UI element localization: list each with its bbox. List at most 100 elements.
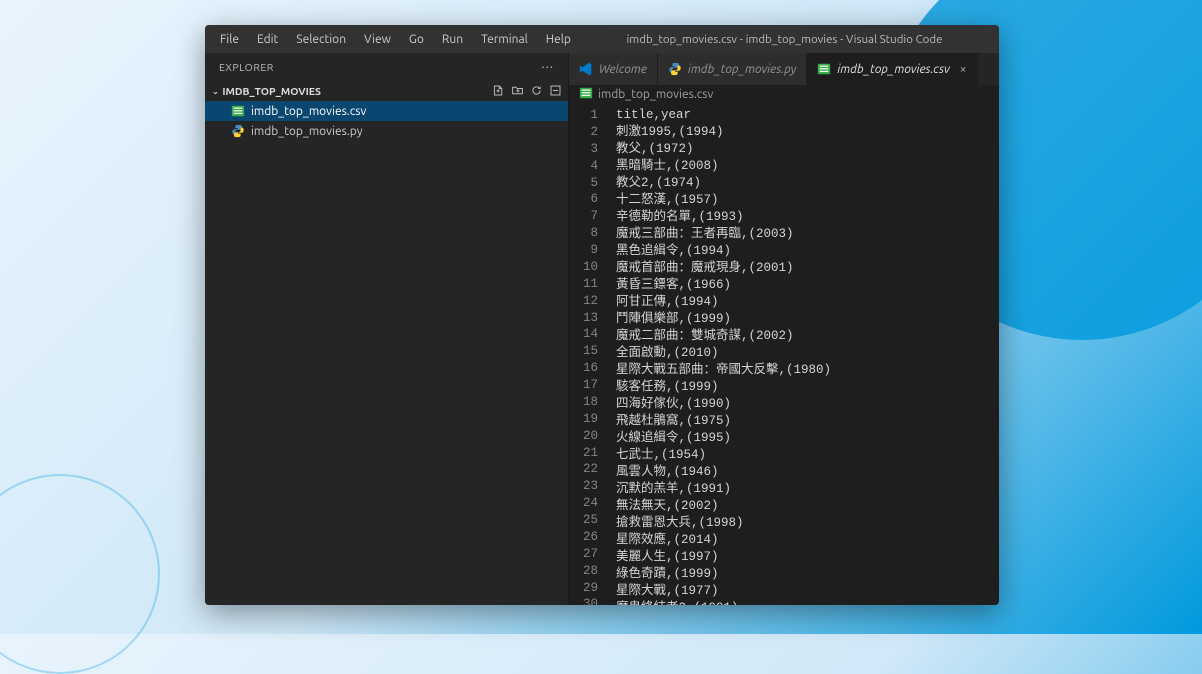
editor-content[interactable]: 1234567891011121314151617181920212223242… — [569, 105, 999, 605]
folder-row[interactable]: ⌄ IMDB_TOP_MOVIES — [205, 81, 568, 101]
line-number: 9 — [583, 242, 598, 259]
title-bar: FileEditSelectionViewGoRunTerminalHelp i… — [205, 25, 999, 53]
breadcrumb-file: imdb_top_movies.csv — [598, 88, 713, 101]
code-line[interactable]: 沉默的羔羊,(1991) — [616, 481, 831, 498]
code-line[interactable]: 黑色追緝令,(1994) — [616, 243, 831, 260]
file-item-label: imdb_top_movies.py — [251, 125, 363, 138]
code-line[interactable]: 鬥陣俱樂部,(1999) — [616, 311, 831, 328]
explorer-header: EXPLORER ··· — [205, 53, 568, 81]
line-number: 26 — [583, 529, 598, 546]
file-tree: imdb_top_movies.csv imdb_top_movies.py — [205, 101, 568, 141]
line-number: 17 — [583, 377, 598, 394]
code-line[interactable]: 魔戒二部曲：雙城奇謀,(2002) — [616, 328, 831, 345]
tab-label: Welcome — [599, 63, 647, 76]
code-line[interactable]: 七武士,(1954) — [616, 447, 831, 464]
folder-label: ⌄ IMDB_TOP_MOVIES — [211, 85, 321, 98]
menu-file[interactable]: File — [213, 31, 246, 48]
tabs-bar: Welcome imdb_top_movies.py imdb_top_movies… — [569, 53, 999, 85]
tab-imdb_top_movies-csv[interactable]: imdb_top_movies.csv × — [807, 53, 977, 85]
code-line[interactable]: title,year — [616, 107, 831, 124]
code-line[interactable]: 教父2,(1974) — [616, 175, 831, 192]
code-line[interactable]: 刺激1995,(1994) — [616, 124, 831, 141]
line-number: 1 — [583, 107, 598, 124]
line-number: 4 — [583, 158, 598, 175]
file-item-imdb_top_movies-py[interactable]: imdb_top_movies.py — [205, 121, 568, 141]
line-number: 2 — [583, 124, 598, 141]
folder-name: IMDB_TOP_MOVIES — [222, 85, 321, 97]
code-line[interactable]: 飛越杜鵑窩,(1975) — [616, 413, 831, 430]
line-number: 28 — [583, 563, 598, 580]
line-number: 30 — [583, 596, 598, 605]
file-csv-icon — [231, 104, 245, 118]
code-lines[interactable]: title,year刺激1995,(1994)教父,(1972)黑暗騎士,(20… — [608, 105, 831, 605]
line-number: 15 — [583, 343, 598, 360]
menu-run[interactable]: Run — [435, 31, 470, 48]
tab-label: imdb_top_movies.csv — [837, 63, 950, 76]
code-line[interactable]: 綠色奇蹟,(1999) — [616, 566, 831, 583]
window-title: imdb_top_movies.csv - imdb_top_movies - … — [578, 33, 991, 46]
line-number: 7 — [583, 208, 598, 225]
menu-selection[interactable]: Selection — [289, 31, 353, 48]
code-line[interactable]: 星際大戰,(1977) — [616, 583, 831, 600]
tab-py-icon — [668, 62, 682, 76]
code-line[interactable]: 魔鬼終結者2,(1991) — [616, 600, 831, 605]
explorer-sidebar: EXPLORER ··· ⌄ IMDB_TOP_MOVIES — [205, 53, 569, 605]
explorer-more-icon[interactable]: ··· — [541, 60, 554, 74]
code-line[interactable]: 駭客任務,(1999) — [616, 379, 831, 396]
line-number: 21 — [583, 445, 598, 462]
code-line[interactable]: 黑暗騎士,(2008) — [616, 158, 831, 175]
line-number: 25 — [583, 512, 598, 529]
chevron-down-icon: ⌄ — [212, 86, 218, 95]
code-line[interactable]: 火線追緝令,(1995) — [616, 430, 831, 447]
code-line[interactable]: 黃昏三鏢客,(1966) — [616, 277, 831, 294]
new-folder-icon[interactable] — [511, 84, 524, 99]
tab-imdb_top_movies-py[interactable]: imdb_top_movies.py — [658, 53, 807, 85]
code-line[interactable]: 搶救雷恩大兵,(1998) — [616, 515, 831, 532]
code-line[interactable]: 星際效應,(2014) — [616, 532, 831, 549]
main-area: EXPLORER ··· ⌄ IMDB_TOP_MOVIES — [205, 53, 999, 605]
code-line[interactable]: 阿甘正傳,(1994) — [616, 294, 831, 311]
new-file-icon[interactable] — [492, 84, 505, 99]
code-line[interactable]: 無法無天,(2002) — [616, 498, 831, 515]
line-number: 8 — [583, 225, 598, 242]
close-icon[interactable]: × — [960, 63, 967, 76]
code-line[interactable]: 風雲人物,(1946) — [616, 464, 831, 481]
code-line[interactable]: 辛德勒的名單,(1993) — [616, 209, 831, 226]
line-number: 3 — [583, 141, 598, 158]
code-line[interactable]: 全面啟動,(2010) — [616, 345, 831, 362]
file-item-imdb_top_movies-csv[interactable]: imdb_top_movies.csv — [205, 101, 568, 121]
menu-bar: FileEditSelectionViewGoRunTerminalHelp — [213, 31, 578, 48]
explorer-title: EXPLORER — [219, 61, 274, 73]
tab-label: imdb_top_movies.py — [688, 63, 796, 76]
code-line[interactable]: 十二怒漢,(1957) — [616, 192, 831, 209]
menu-help[interactable]: Help — [539, 31, 578, 48]
tab-vscode-icon — [579, 62, 593, 76]
tab-csv-icon — [817, 62, 831, 76]
line-number: 18 — [583, 394, 598, 411]
menu-go[interactable]: Go — [402, 31, 431, 48]
line-number: 6 — [583, 191, 598, 208]
line-number-gutter: 1234567891011121314151617181920212223242… — [569, 105, 608, 605]
line-number: 23 — [583, 478, 598, 495]
line-number: 22 — [583, 461, 598, 478]
code-line[interactable]: 魔戒首部曲：魔戒現身,(2001) — [616, 260, 831, 277]
tab-welcome[interactable]: Welcome — [569, 53, 658, 85]
refresh-icon[interactable] — [530, 84, 543, 99]
code-line[interactable]: 教父,(1972) — [616, 141, 831, 158]
menu-view[interactable]: View — [357, 31, 398, 48]
menu-terminal[interactable]: Terminal — [474, 31, 535, 48]
line-number: 20 — [583, 428, 598, 445]
line-number: 14 — [583, 326, 598, 343]
editor-area: Welcome imdb_top_movies.py imdb_top_movies… — [569, 53, 999, 605]
line-number: 10 — [583, 259, 598, 276]
breadcrumb[interactable]: imdb_top_movies.csv — [569, 85, 999, 105]
code-line[interactable]: 美麗人生,(1997) — [616, 549, 831, 566]
line-number: 19 — [583, 411, 598, 428]
file-csv-icon — [579, 86, 593, 103]
line-number: 27 — [583, 546, 598, 563]
code-line[interactable]: 星際大戰五部曲：帝國大反擊,(1980) — [616, 362, 831, 379]
code-line[interactable]: 魔戒三部曲：王者再臨,(2003) — [616, 226, 831, 243]
menu-edit[interactable]: Edit — [250, 31, 285, 48]
code-line[interactable]: 四海好傢伙,(1990) — [616, 396, 831, 413]
collapse-icon[interactable] — [549, 84, 562, 99]
